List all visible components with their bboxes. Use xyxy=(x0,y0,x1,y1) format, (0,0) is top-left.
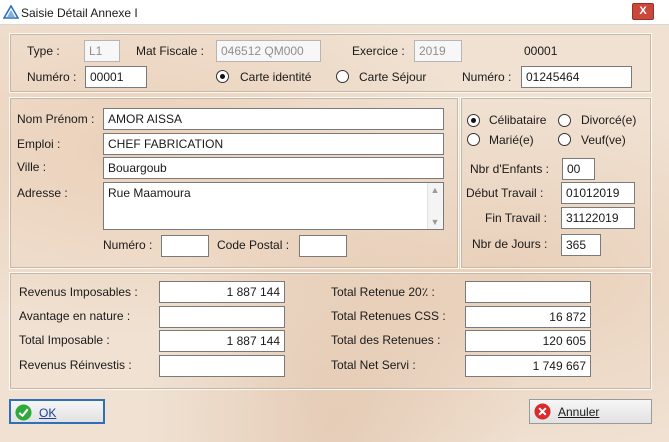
divorce-radio[interactable] xyxy=(558,114,571,127)
annuler-label: Annuler xyxy=(558,405,600,419)
adresse-scrollbar[interactable]: ▲ ▼ xyxy=(427,183,443,229)
adresse-label: Adresse : xyxy=(17,186,68,200)
code-postal-label: Code Postal : xyxy=(217,238,290,252)
ville-field[interactable]: Bouargoub xyxy=(103,157,444,179)
fin-travail-label: Fin Travail : xyxy=(485,211,548,225)
carte-sejour-label: Carte Séjour xyxy=(359,70,427,84)
debut-travail-field[interactable]: 01012019 xyxy=(561,182,635,204)
net-servi-label: Total Net Servi : xyxy=(331,358,416,372)
ville-label: Ville : xyxy=(17,160,47,174)
scroll-down-icon[interactable]: ▼ xyxy=(430,217,440,227)
mat-fiscale-label: Mat Fiscale : xyxy=(136,44,205,58)
veuf-radio[interactable] xyxy=(558,133,571,146)
avantage-label: Avantage en nature : xyxy=(19,309,131,323)
veuf-label: Veuf(ve) xyxy=(581,133,626,147)
revenus-imposables-field[interactable]: 1 887 144 xyxy=(159,281,285,303)
revenus-reinvestis-field[interactable] xyxy=(159,355,285,377)
cancel-icon xyxy=(534,403,551,420)
net-servi-field[interactable]: 1 749 667 xyxy=(465,355,591,377)
person-numero-label: Numéro : xyxy=(103,238,153,252)
carte-identite-radio[interactable] xyxy=(216,70,229,83)
total-imposable-label: Total Imposable : xyxy=(19,333,110,347)
app-logo-icon xyxy=(3,5,19,19)
check-icon xyxy=(15,404,32,421)
adresse-textarea[interactable]: Rue Maamoura ▲ ▼ xyxy=(103,182,444,230)
celibataire-label: Célibataire xyxy=(489,113,547,127)
des-retenues-label: Total des Retenues : xyxy=(331,333,441,347)
marie-label: Marié(e) xyxy=(489,133,534,147)
adresse-text: Rue Maamoura xyxy=(108,186,191,200)
retenue20-label: Total Retenue 20٪ : xyxy=(331,285,435,299)
ok-button[interactable]: OK xyxy=(9,399,105,424)
carte-sejour-radio[interactable] xyxy=(336,70,349,83)
retenues-css-field[interactable]: 16 872 xyxy=(465,306,591,328)
avantage-field[interactable] xyxy=(159,306,285,328)
total-imposable-field[interactable]: 1 887 144 xyxy=(159,330,285,352)
emploi-field[interactable]: CHEF FABRICATION xyxy=(103,133,444,155)
title-bar: Saisie Détail Annexe I X xyxy=(0,0,669,25)
nbr-jours-field[interactable]: 365 xyxy=(561,234,601,256)
nbr-jours-label: Nbr de Jours : xyxy=(472,237,548,251)
debut-travail-label: Début Travail : xyxy=(466,186,544,200)
scroll-up-icon[interactable]: ▲ xyxy=(430,185,440,195)
celibataire-radio[interactable] xyxy=(467,114,480,127)
numero-label: Numéro : xyxy=(27,70,77,84)
emploi-label: Emploi : xyxy=(17,137,61,151)
retenues-css-label: Total Retenues CSS : xyxy=(331,309,446,323)
revenus-reinvestis-label: Revenus Réinvestis : xyxy=(19,358,132,372)
dialog-body: Type : L1 Mat Fiscale : 046512 QM000 Exe… xyxy=(0,25,669,442)
nom-label: Nom Prénom : xyxy=(17,112,95,126)
numero2-label: Numéro : xyxy=(462,70,512,84)
annuler-button[interactable]: Annuler xyxy=(529,399,652,424)
type-label: Type : xyxy=(27,44,60,58)
carte-identite-label: Carte identité xyxy=(240,70,312,84)
ok-label: OK xyxy=(39,406,57,420)
des-retenues-field[interactable]: 120 605 xyxy=(465,330,591,352)
close-button[interactable]: X xyxy=(632,3,654,20)
mat-fiscale-field: 046512 QM000 xyxy=(216,40,321,62)
nbr-enfants-field[interactable]: 00 xyxy=(562,158,595,180)
type-field: L1 xyxy=(84,40,120,62)
code-postal-field[interactable] xyxy=(299,235,347,257)
marie-radio[interactable] xyxy=(467,133,480,146)
person-numero-field[interactable] xyxy=(161,235,209,257)
nom-field[interactable]: AMOR AISSA xyxy=(103,108,444,130)
window-title: Saisie Détail Annexe I xyxy=(21,6,138,20)
nbr-enfants-label: Nbr d'Enfants : xyxy=(470,162,549,176)
fin-travail-field[interactable]: 31122019 xyxy=(561,207,635,229)
exercice-field: 2019 xyxy=(414,40,462,62)
divorce-label: Divorcé(e) xyxy=(581,113,637,127)
exercice-label: Exercice : xyxy=(352,44,405,58)
code-value: 00001 xyxy=(524,44,558,58)
retenue20-field[interactable] xyxy=(465,281,591,303)
revenus-imposables-label: Revenus Imposables : xyxy=(19,285,138,299)
numero2-field[interactable]: 01245464 xyxy=(521,66,632,88)
numero-field[interactable]: 00001 xyxy=(85,66,147,88)
